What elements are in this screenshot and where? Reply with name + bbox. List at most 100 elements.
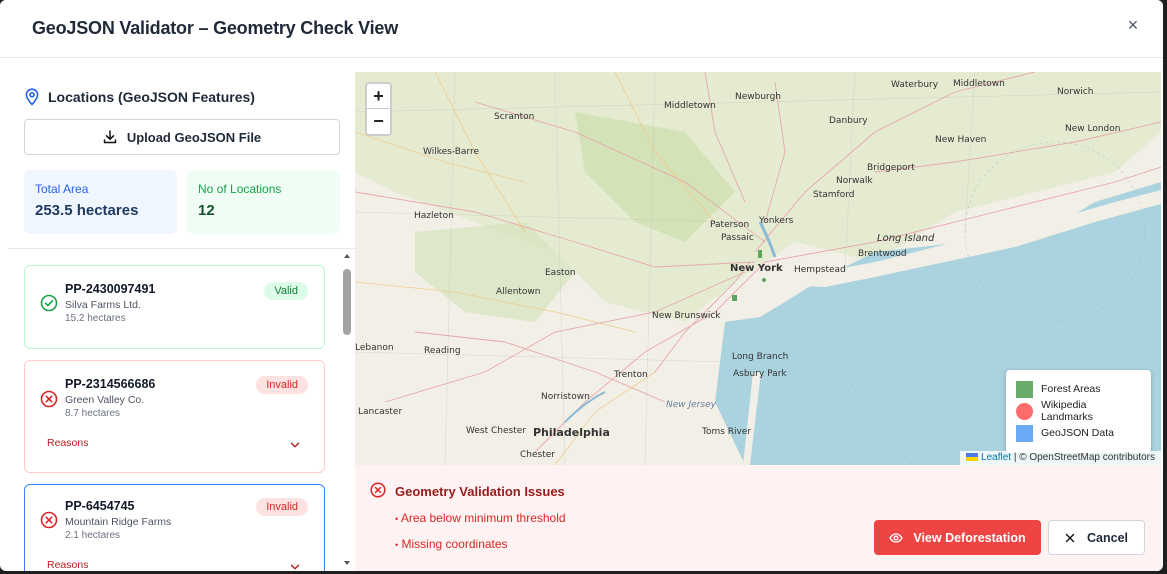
location-card[interactable]: PP-2314566686 Green Valley Co. 8.7 hecta…: [24, 360, 325, 473]
landmark-swatch: [1016, 402, 1033, 420]
map-label: Norwalk: [836, 176, 873, 186]
zoom-control: + −: [365, 82, 392, 136]
map-label: New Brunswick: [652, 311, 721, 321]
location-pin-icon: [25, 88, 39, 106]
map-label: Hazleton: [414, 211, 454, 221]
validation-issues-panel: Geometry Validation Issues • Area below …: [355, 465, 1161, 571]
zoom-out-button[interactable]: −: [367, 109, 390, 134]
ukraine-flag-icon: [966, 453, 979, 461]
location-list: PP-2430097491 Silva Farms Ltd. 15.2 hect…: [8, 249, 355, 571]
map-label: Allentown: [496, 287, 541, 297]
total-area-value: 253.5 hectares: [35, 202, 139, 219]
upload-geojson-button[interactable]: Upload GeoJSON File: [24, 119, 340, 155]
legend-label: Forest Areas: [1041, 383, 1101, 395]
locations-sidebar: Locations (GeoJSON Features) Upload GeoJ…: [8, 58, 355, 571]
error-x-icon: [370, 482, 386, 498]
locations-count-value: 12: [198, 202, 215, 219]
map-label: Wilkes-Barre: [423, 147, 480, 157]
map-label: Asbury Park: [733, 369, 787, 379]
reasons-toggle[interactable]: Reasons: [47, 437, 88, 449]
close-button[interactable]: ×: [1121, 14, 1145, 38]
map-label: Scranton: [494, 112, 535, 122]
status-badge: Invalid: [256, 498, 308, 516]
download-icon: [103, 130, 117, 144]
invalid-x-icon: [40, 511, 58, 529]
location-area: 2.1 hectares: [65, 530, 121, 541]
issue-item: • Area below minimum threshold: [395, 511, 566, 525]
scroll-up-icon[interactable]: [343, 252, 351, 260]
location-area: 15.2 hectares: [65, 313, 126, 324]
map-label: Bridgeport: [867, 163, 915, 173]
map-label: New London: [1065, 124, 1121, 134]
scroll-down-icon[interactable]: [343, 559, 351, 567]
location-area: 8.7 hectares: [65, 408, 121, 419]
map-label: Passaic: [721, 233, 754, 243]
location-card[interactable]: PP-2430097491 Silva Farms Ltd. 15.2 hect…: [24, 265, 325, 349]
geojson-validator-modal: GeoJSON Validator – Geometry Check View …: [0, 0, 1163, 571]
map-label: Chester: [520, 450, 555, 460]
total-area-stat: Total Area 253.5 hectares: [24, 170, 177, 234]
locations-count-stat: No of Locations 12: [187, 170, 340, 234]
reasons-toggle[interactable]: Reasons: [47, 559, 88, 571]
sidebar-heading-label: Locations (GeoJSON Features): [48, 89, 255, 105]
map-label: Danbury: [829, 116, 868, 126]
total-area-label: Total Area: [35, 182, 89, 196]
map-view[interactable]: Middletown Newburgh Waterbury Middletown…: [355, 72, 1161, 465]
chevron-down-icon[interactable]: [290, 440, 300, 450]
map-label: Long Island: [877, 233, 935, 244]
cancel-button[interactable]: Cancel: [1048, 520, 1145, 555]
chevron-down-icon[interactable]: [290, 562, 300, 571]
osm-attribution: | © OpenStreetMap contributors: [1013, 452, 1155, 463]
map-label: Middletown: [664, 101, 716, 111]
map-label: Reading: [424, 346, 461, 356]
map-label: Middletown: [953, 79, 1005, 89]
map-label: New Jersey: [666, 400, 716, 410]
location-id: PP-2430097491: [65, 282, 156, 296]
legend-label: GeoJSON Data: [1041, 427, 1114, 439]
eye-icon: [889, 532, 904, 543]
map-attribution: Leaflet | © OpenStreetMap contributors: [960, 451, 1161, 465]
modal-title: GeoJSON Validator – Geometry Check View: [32, 18, 399, 38]
legend-label: Wikipedia Landmarks: [1040, 399, 1093, 423]
map-label: Long Branch: [732, 352, 789, 362]
location-owner: Green Valley Co.: [65, 394, 145, 406]
forest-swatch: [1016, 380, 1033, 398]
map-label: Toms River: [702, 427, 752, 437]
map-label: West Chester: [466, 426, 526, 436]
map-label: Yonkers: [759, 216, 794, 226]
issue-text: Area below minimum threshold: [400, 511, 566, 525]
legend-item: GeoJSON Data: [1016, 422, 1141, 444]
scrollbar-thumb[interactable]: [343, 269, 351, 335]
sidebar-heading: Locations (GeoJSON Features): [24, 88, 255, 106]
issue-text: Missing coordinates: [401, 537, 508, 551]
legend-item: Forest Areas: [1016, 378, 1141, 400]
status-badge: Invalid: [256, 376, 308, 394]
issue-item: • Missing coordinates: [395, 537, 508, 551]
map-label: Paterson: [710, 220, 750, 230]
issues-title: Geometry Validation Issues: [395, 484, 565, 499]
map-label: Lebanon: [355, 343, 394, 353]
location-owner: Mountain Ridge Farms: [65, 516, 172, 528]
map-label: Norristown: [541, 392, 590, 402]
location-id: PP-6454745: [65, 499, 135, 513]
map-label: Norwich: [1057, 87, 1094, 97]
map-label: Stamford: [813, 190, 855, 200]
location-owner: Silva Farms Ltd.: [65, 299, 141, 311]
map-label: Newburgh: [735, 92, 782, 102]
leaflet-link[interactable]: Leaflet: [981, 452, 1011, 463]
location-card-selected[interactable]: PP-6454745 Mountain Ridge Farms 2.1 hect…: [24, 484, 325, 571]
map-label: Hempstead: [794, 265, 846, 275]
valid-check-icon: [40, 294, 58, 312]
close-icon: [1065, 533, 1075, 542]
zoom-in-button[interactable]: +: [367, 84, 390, 109]
map-label: New Haven: [935, 135, 987, 145]
invalid-x-icon: [40, 390, 58, 408]
map-label: Brentwood: [858, 249, 907, 259]
location-id: PP-2314566686: [65, 377, 156, 391]
view-deforestation-button[interactable]: View Deforestation: [874, 520, 1041, 555]
list-scrollbar[interactable]: [341, 249, 353, 571]
upload-button-label: Upload GeoJSON File: [126, 129, 262, 145]
map-label: Waterbury: [891, 80, 939, 90]
map-label: Philadelphia: [533, 426, 610, 439]
locations-count-label: No of Locations: [198, 182, 282, 196]
